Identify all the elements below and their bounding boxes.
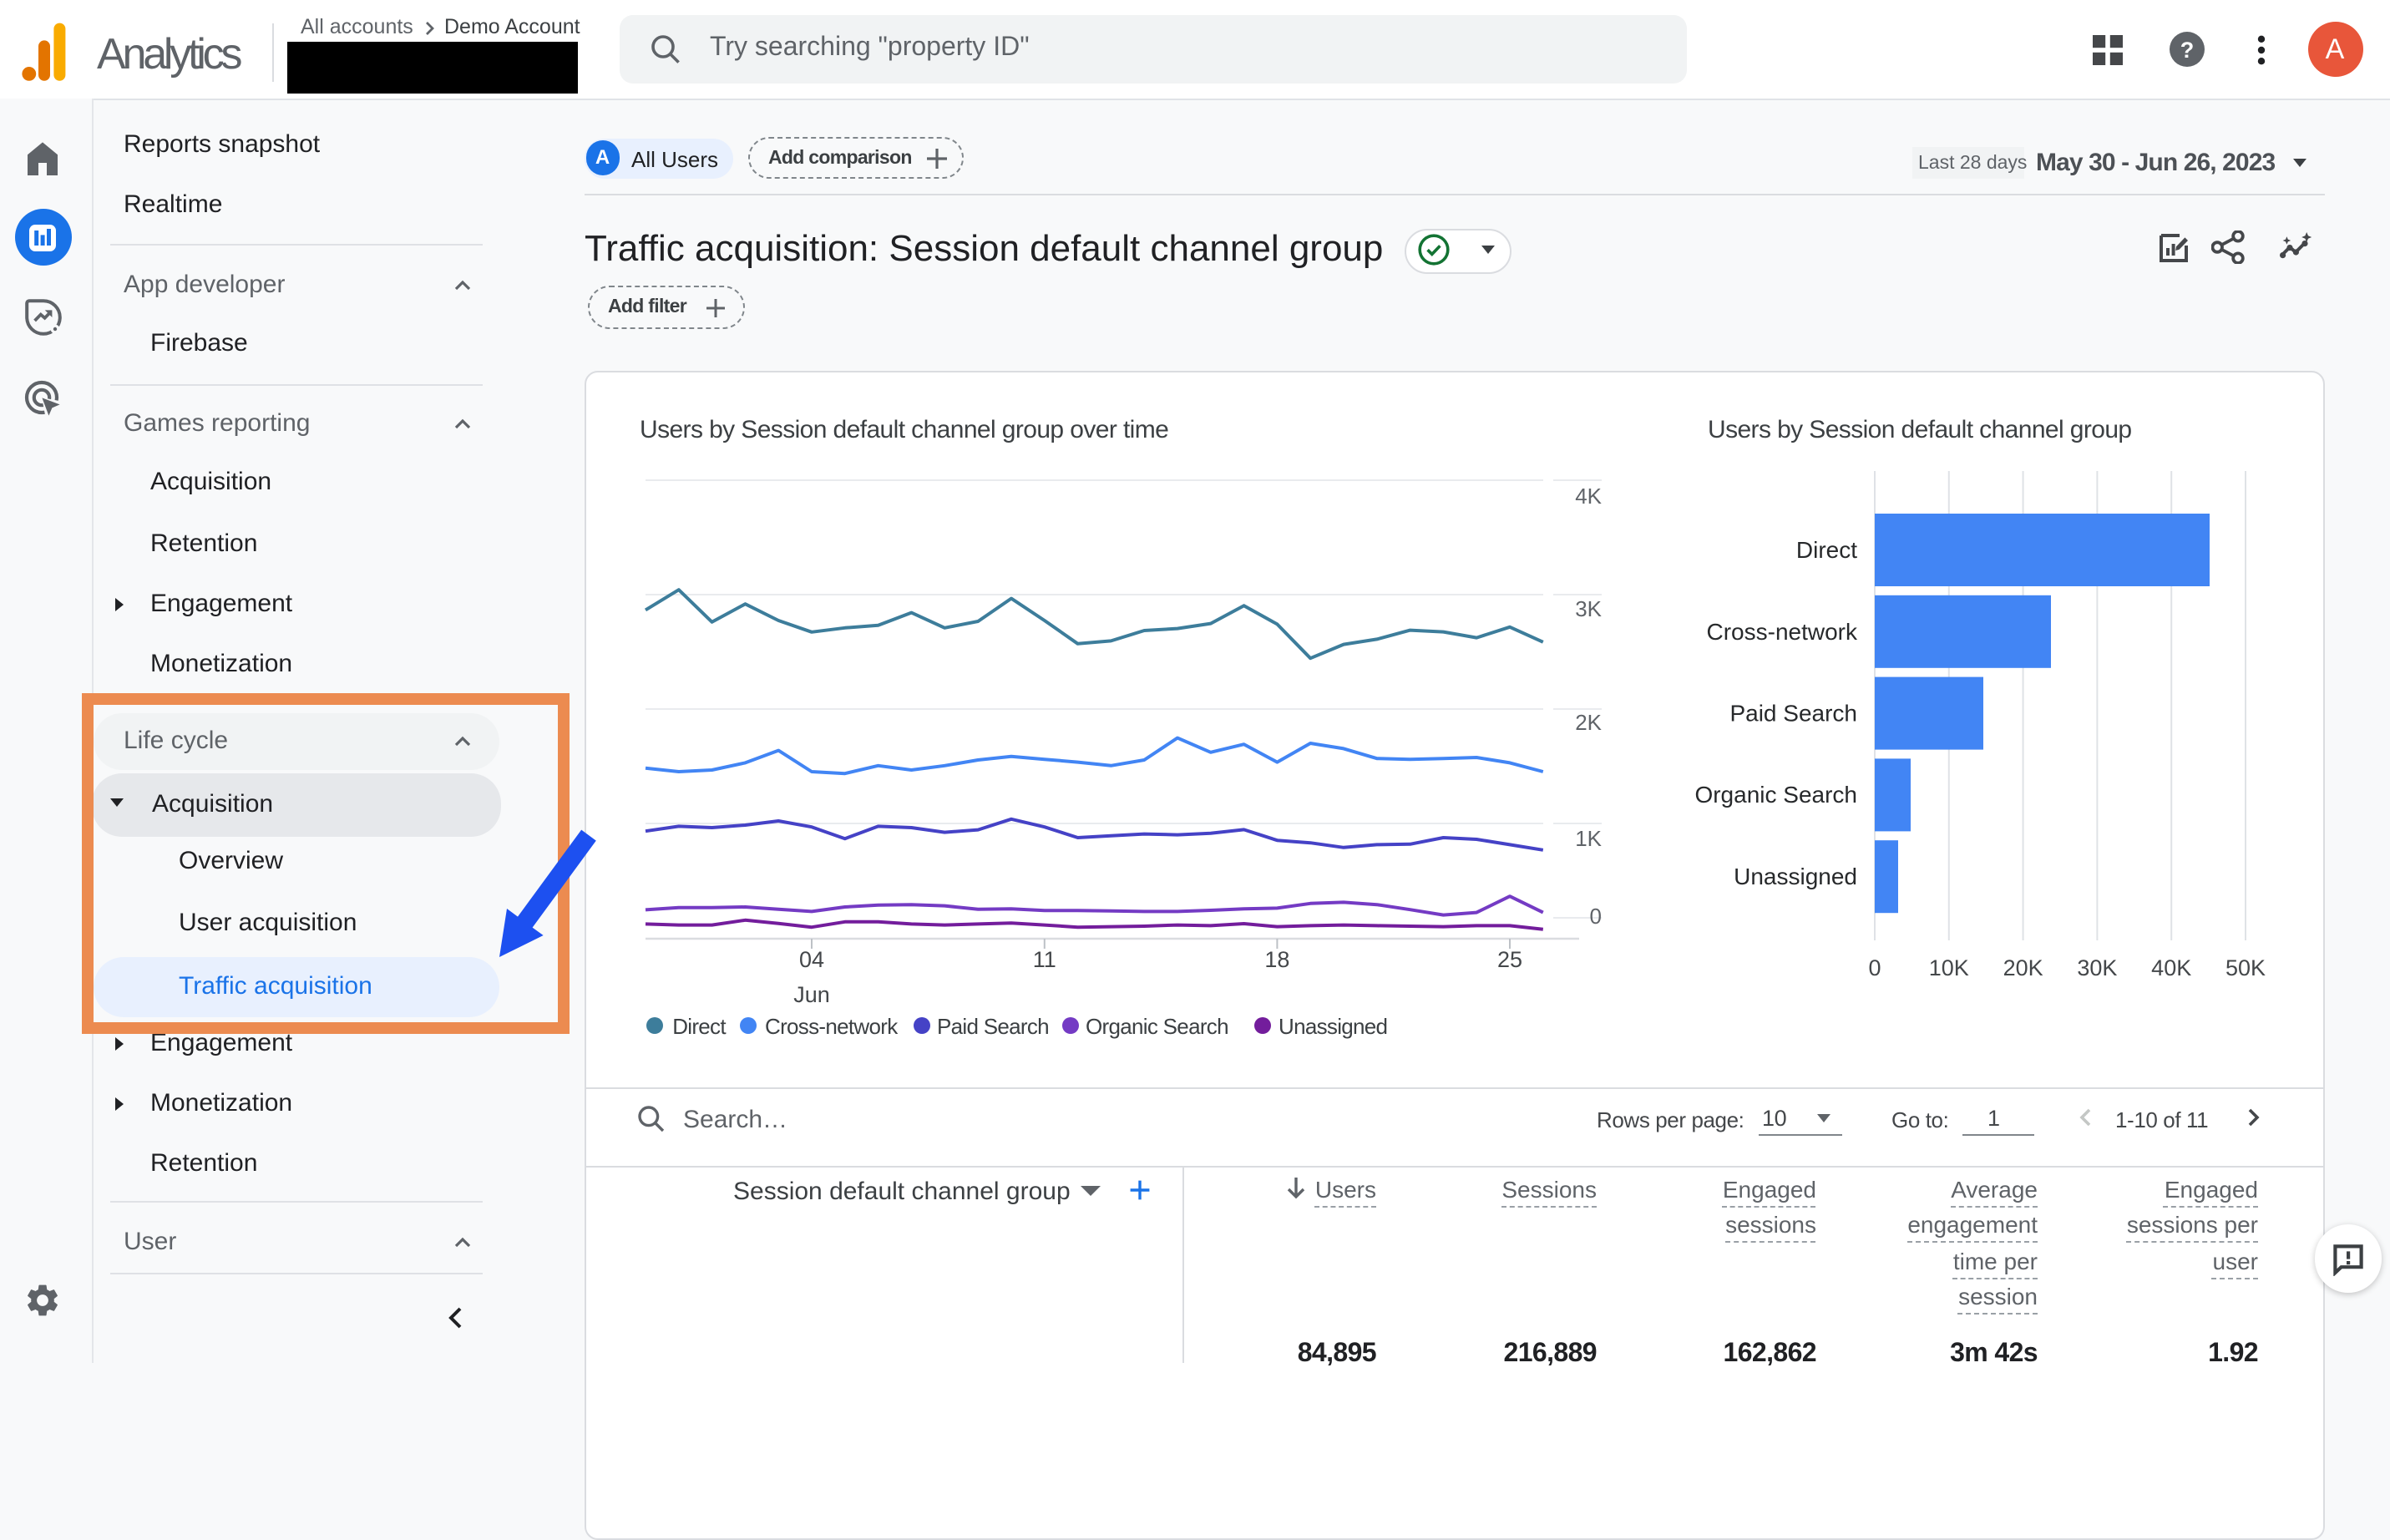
svg-text:3K: 3K [1575, 596, 1602, 621]
svg-text:Unassigned: Unassigned [1734, 864, 1857, 889]
svg-text:4K: 4K [1575, 484, 1602, 509]
svg-text:Direct: Direct [1796, 537, 1857, 563]
svg-text:25: 25 [1497, 947, 1522, 972]
svg-text:20K: 20K [2003, 955, 2043, 980]
svg-text:Jun: Jun [793, 982, 830, 1007]
svg-text:Organic Search: Organic Search [1694, 782, 1857, 808]
svg-text:11: 11 [1033, 947, 1056, 972]
svg-text:1K: 1K [1575, 826, 1602, 851]
svg-text:04: 04 [799, 947, 824, 972]
svg-text:0: 0 [1590, 904, 1602, 929]
svg-text:0: 0 [1868, 955, 1881, 980]
svg-text:Paid Search: Paid Search [1729, 701, 1857, 727]
svg-text:?: ? [2180, 38, 2195, 63]
svg-text:50K: 50K [2225, 955, 2266, 980]
svg-text:40K: 40K [2151, 955, 2191, 980]
svg-text:2K: 2K [1575, 710, 1602, 735]
svg-text:18: 18 [1264, 947, 1289, 972]
svg-text:Cross-network: Cross-network [1707, 619, 1858, 645]
svg-text:10K: 10K [1929, 955, 1969, 980]
svg-text:30K: 30K [2077, 955, 2117, 980]
